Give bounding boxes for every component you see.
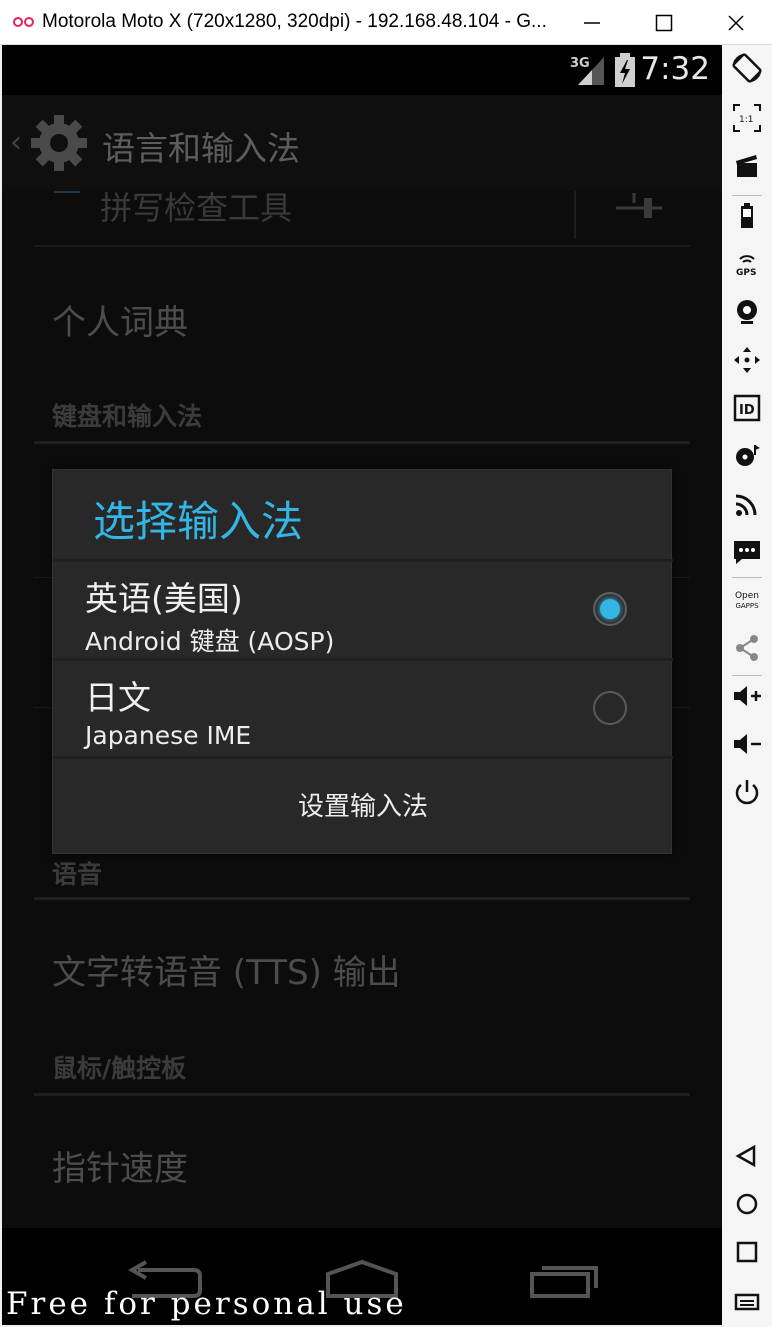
- svg-text:3G: 3G: [570, 56, 590, 71]
- cast-icon[interactable]: [730, 487, 764, 521]
- gps-icon[interactable]: GPS: [730, 247, 764, 281]
- open-gapps-icon[interactable]: OpenGAPPS: [730, 583, 764, 617]
- svg-text:ID: ID: [739, 403, 755, 418]
- minimize-button[interactable]: [556, 0, 628, 45]
- app-icon: [13, 17, 34, 27]
- maximize-button[interactable]: [628, 0, 700, 45]
- setup-input-methods-button[interactable]: 设置输入法: [53, 759, 673, 855]
- ime-option-name: 日文: [85, 678, 151, 717]
- ime-option-subtitle: Japanese IME: [85, 721, 252, 750]
- share-icon[interactable]: [730, 631, 764, 665]
- svg-text:GAPPS: GAPPS: [735, 602, 759, 610]
- volume-down-icon[interactable]: [730, 727, 764, 761]
- ime-option-name: 英语(美国): [85, 579, 243, 618]
- keyboard-section-header: 键盘和输入法: [52, 402, 203, 431]
- up-chevron-icon[interactable]: ‹: [10, 125, 22, 160]
- personal-dictionary-item[interactable]: 个人词典: [52, 295, 188, 344]
- power-icon[interactable]: [730, 775, 764, 809]
- pointer-speed-item[interactable]: 指针速度: [52, 1141, 188, 1190]
- ime-option-japanese[interactable]: 日文 Japanese IME: [53, 661, 673, 757]
- battery-charging-icon: [615, 53, 635, 87]
- section-divider: [34, 441, 690, 444]
- close-button[interactable]: [700, 0, 772, 45]
- page-title: 语言和输入法: [102, 129, 300, 168]
- minimize-icon: [584, 22, 600, 24]
- signal-icon: 3G: [570, 56, 604, 85]
- svg-text:Open: Open: [735, 591, 759, 601]
- radio-selected-icon[interactable]: [593, 592, 627, 626]
- maximize-icon: [655, 14, 673, 32]
- recents-icon[interactable]: [730, 1235, 764, 1269]
- toolbar-divider: [732, 577, 762, 578]
- back-icon[interactable]: [730, 1139, 764, 1173]
- toolbar-divider: [732, 195, 762, 196]
- ime-option-subtitle: Android 键盘 (AOSP): [85, 627, 335, 656]
- rotate-icon[interactable]: [730, 51, 764, 85]
- voice-section-header: 语音: [52, 860, 103, 889]
- action-bar: ‹ 语言和输入法: [2, 95, 722, 191]
- emulator-window: Motorola Moto X (720x1280, 320dpi) - 192…: [0, 0, 772, 1327]
- section-divider: [34, 897, 690, 900]
- settings-gear-icon[interactable]: [28, 112, 90, 174]
- emulator-toolbar: 1:1 GPS ID Open GAPPS: [722, 45, 772, 1327]
- device-id-icon[interactable]: ID: [730, 391, 764, 425]
- close-icon: [728, 15, 744, 31]
- svg-text:GPS: GPS: [736, 268, 756, 278]
- scale-icon[interactable]: 1:1: [730, 101, 764, 135]
- sms-icon[interactable]: [730, 535, 764, 569]
- ime-option-english[interactable]: 英语(美国) Android 键盘 (AOSP): [53, 562, 673, 658]
- dialog-title: 选择输入法: [93, 497, 304, 546]
- status-time: 7:32: [640, 51, 710, 87]
- volume-up-icon[interactable]: [730, 679, 764, 713]
- toolbar-divider: [732, 675, 762, 676]
- radio-unselected-icon[interactable]: [593, 691, 627, 725]
- home-icon[interactable]: [730, 1187, 764, 1221]
- status-bar: 3G 7:32: [2, 45, 722, 95]
- svg-text:1:1: 1:1: [739, 115, 753, 125]
- menu-icon[interactable]: [730, 1285, 764, 1319]
- camera-icon[interactable]: [730, 295, 764, 329]
- window-title: Motorola Moto X (720x1280, 320dpi) - 192…: [42, 11, 547, 32]
- disk-icon[interactable]: [730, 439, 764, 473]
- nav-recents-icon[interactable]: [528, 1260, 602, 1300]
- video-capture-icon[interactable]: [730, 149, 764, 183]
- row-divider: [574, 189, 576, 239]
- input-method-dialog: 选择输入法 英语(美国) Android 键盘 (AOSP) 日文 Japane…: [52, 469, 673, 855]
- phone-screen: 3G 7:32 ‹ 语言和输入法 拼写检查工具 个人词典 键盘和输入法 语音 文…: [2, 45, 722, 1325]
- window-titlebar: Motorola Moto X (720x1280, 320dpi) - 192…: [0, 0, 772, 45]
- section-divider: [34, 1093, 690, 1096]
- watermark-text: Free for personal use: [6, 1286, 407, 1322]
- mouse-section-header: 鼠标/触控板: [52, 1054, 187, 1083]
- dpad-icon[interactable]: [730, 343, 764, 377]
- battery-icon[interactable]: [730, 199, 764, 233]
- settings-tune-icon[interactable]: [614, 193, 664, 223]
- tts-output-item[interactable]: 文字转语音 (TTS) 输出: [52, 945, 401, 994]
